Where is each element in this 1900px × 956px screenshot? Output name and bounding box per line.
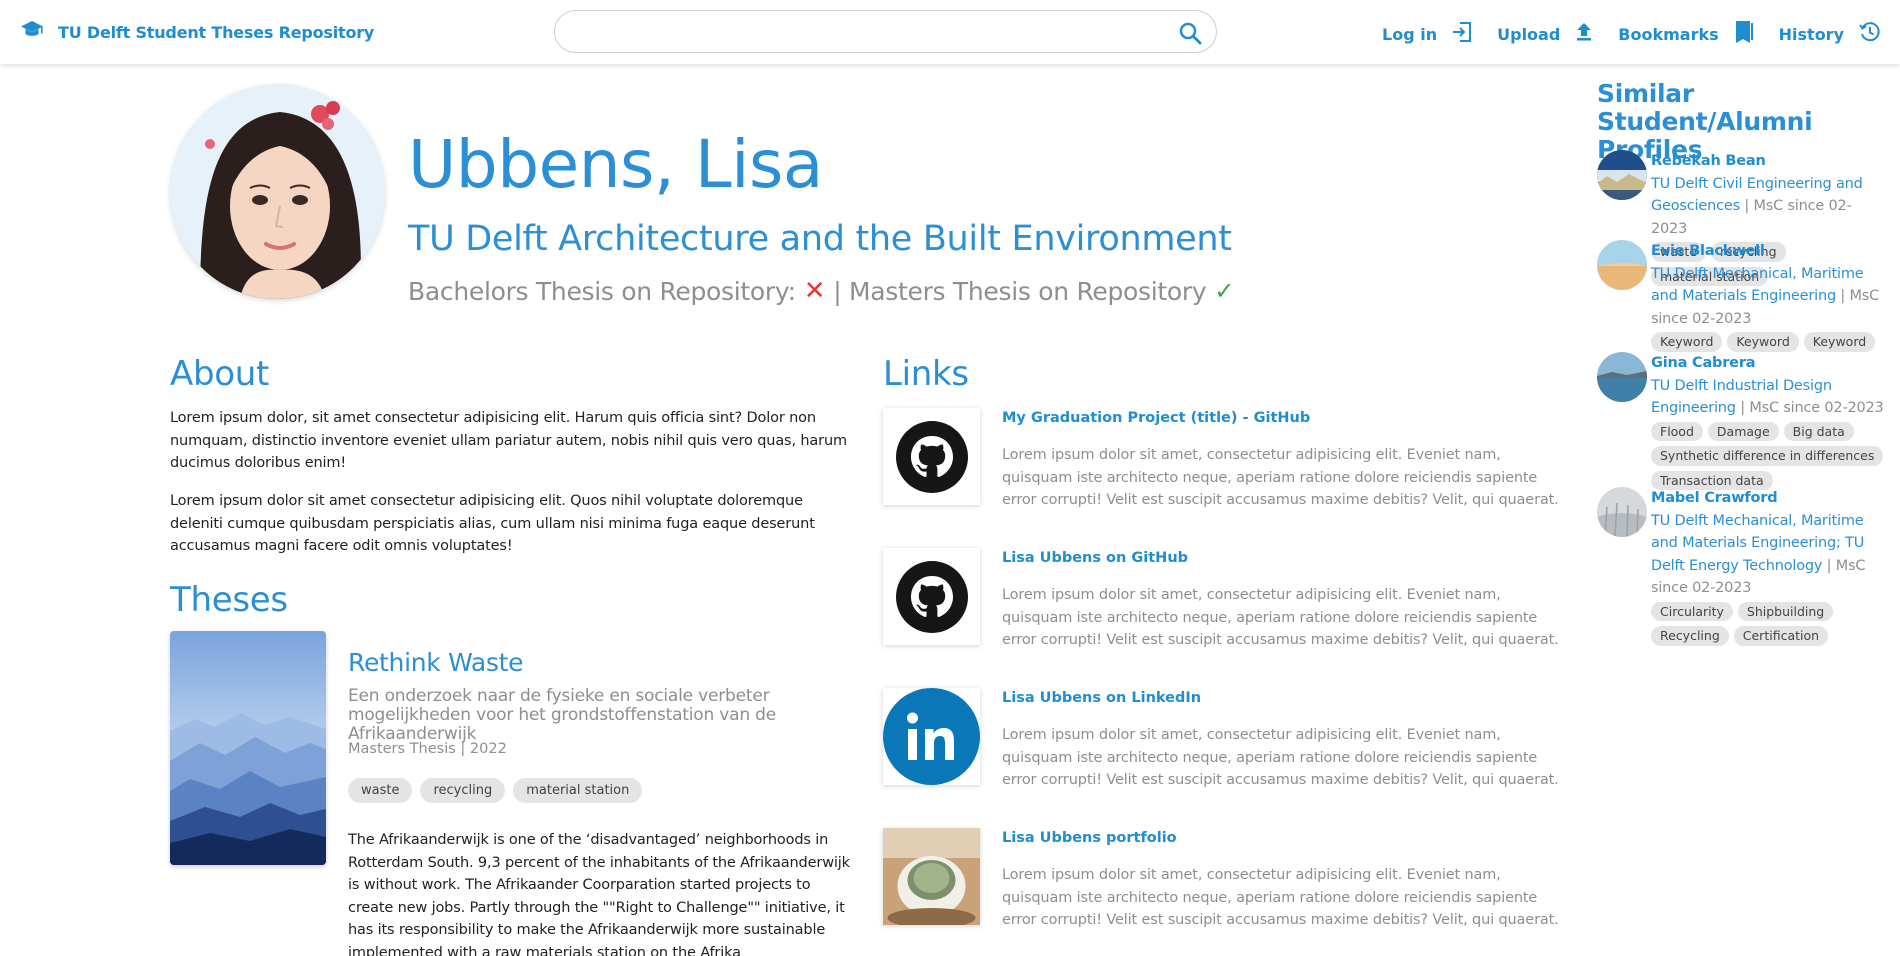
graduation-cap-icon xyxy=(20,20,44,44)
about-paragraph-2: Lorem ipsum dolor sit amet consectetur a… xyxy=(170,493,815,554)
link-description: Lorem ipsum dolor sit amet, consectetur … xyxy=(1002,867,1559,928)
bookmarks-label: Bookmarks xyxy=(1618,24,1719,44)
theses-heading: Theses xyxy=(170,580,288,620)
link-title[interactable]: Lisa Ubbens on GitHub xyxy=(1002,550,1188,566)
profile-name-link[interactable]: Evie Blackwell xyxy=(1651,240,1887,263)
link-title[interactable]: Lisa Ubbens on LinkedIn xyxy=(1002,690,1201,706)
profile-tag[interactable]: Big data xyxy=(1783,421,1854,441)
top-nav-links: Log in Upload Bookmarks History xyxy=(1358,20,1882,48)
portfolio-image[interactable] xyxy=(883,828,980,925)
profile-tags: Flood Damage Big data Synthetic differen… xyxy=(1651,421,1887,490)
login-label: Log in xyxy=(1382,24,1438,44)
profile-tags: Keyword Keyword Keyword xyxy=(1651,332,1887,352)
profile-tag[interactable]: Synthetic difference in differences xyxy=(1651,446,1884,466)
profile-name: Ubbens, Lisa xyxy=(408,126,823,203)
about-heading: About xyxy=(170,354,270,394)
login-link[interactable]: Log in xyxy=(1382,21,1473,47)
search-input[interactable] xyxy=(575,19,1155,45)
linkedin-icon[interactable] xyxy=(883,688,980,785)
profile-tag[interactable]: Keyword xyxy=(1803,332,1876,352)
thesis-meta: Masters Thesis | 2022 xyxy=(348,741,507,757)
links-heading: Links xyxy=(883,354,969,394)
profile-name-link[interactable]: Rebekah Bean xyxy=(1651,150,1887,173)
thesis-title[interactable]: Rethink Waste xyxy=(348,648,524,677)
thesis-subtitle: Een onderzoek naar de fysieke en sociale… xyxy=(348,686,776,744)
link-item: Lisa Ubbens on LinkedIn Lorem ipsum dolo… xyxy=(883,688,1559,808)
login-icon xyxy=(1451,21,1473,47)
search-bar xyxy=(554,10,1217,53)
top-navbar: TU Delft Student Theses Repository Log i… xyxy=(0,0,1900,64)
profile-tag[interactable]: Certification xyxy=(1733,626,1829,646)
bookmarks-link[interactable]: Bookmarks xyxy=(1618,20,1754,48)
masters-status-label: | Masters Thesis on Repository xyxy=(833,276,1207,306)
link-title[interactable]: My Graduation Project (title) - GitHub xyxy=(1002,410,1310,426)
profile-avatar[interactable] xyxy=(1597,150,1647,200)
link-item: Lisa Ubbens on GitHub Lorem ipsum dolor … xyxy=(883,548,1559,668)
profile-tag[interactable]: Keyword xyxy=(1727,332,1799,352)
thesis-tag[interactable]: recycling xyxy=(420,778,506,803)
profile-tag[interactable]: Flood xyxy=(1651,421,1703,441)
upload-icon xyxy=(1574,21,1594,47)
profile-tag[interactable]: Shipbuilding xyxy=(1737,601,1834,621)
upload-link[interactable]: Upload xyxy=(1497,21,1594,47)
brand-link[interactable]: TU Delft Student Theses Repository xyxy=(20,20,374,44)
thesis-tags: waste recycling material station xyxy=(348,778,643,803)
thesis-tag[interactable]: waste xyxy=(348,778,413,803)
link-description: Lorem ipsum dolor sit amet, consectetur … xyxy=(1002,587,1559,648)
github-icon[interactable] xyxy=(883,548,980,645)
history-label: History xyxy=(1778,24,1844,44)
history-icon xyxy=(1858,20,1882,48)
profile-faculty[interactable]: TU Delft Mechanical, Maritime and Materi… xyxy=(1651,266,1864,305)
history-link[interactable]: History xyxy=(1779,20,1882,48)
profile-avatar xyxy=(170,84,385,299)
profile-avatar[interactable] xyxy=(1597,487,1647,537)
link-description: Lorem ipsum dolor sit amet, consectetur … xyxy=(1002,727,1559,788)
thesis-abstract: The Afrikaanderwijk is one of the ‘disad… xyxy=(348,832,850,956)
cross-icon: ✕ xyxy=(803,276,826,306)
profile-status: | MsC since 02-2023 xyxy=(1735,400,1884,416)
profile-tag[interactable]: Recycling xyxy=(1651,626,1729,646)
link-item: My Graduation Project (title) - GitHub L… xyxy=(883,408,1559,528)
link-title[interactable]: Lisa Ubbens portfolio xyxy=(1002,830,1177,846)
profile-avatar[interactable] xyxy=(1597,352,1647,402)
checkmark-icon: ✓ xyxy=(1214,277,1235,305)
profile-avatar[interactable] xyxy=(1597,240,1647,290)
about-paragraph-1: Lorem ipsum dolor, sit amet consectetur … xyxy=(170,410,847,471)
thesis-tag[interactable]: material station xyxy=(513,778,643,803)
upload-label: Upload xyxy=(1497,24,1561,44)
profile-faculty[interactable]: TU Delft Architecture and the Built Envi… xyxy=(408,219,1232,259)
profile-tag[interactable]: Damage xyxy=(1707,421,1779,441)
thesis-repository-status: Bachelors Thesis on Repository: ✕ | Mast… xyxy=(408,276,1235,306)
search-icon[interactable] xyxy=(1176,19,1204,47)
brand-title: TU Delft Student Theses Repository xyxy=(58,22,375,42)
profile-name-link[interactable]: Mabel Crawford xyxy=(1651,487,1887,510)
profile-tag[interactable]: Circularity xyxy=(1651,601,1733,621)
profile-tags: Circularity Shipbuilding Recycling Certi… xyxy=(1651,601,1887,646)
profile-name-link[interactable]: Gina Cabrera xyxy=(1651,352,1887,375)
github-icon[interactable] xyxy=(883,408,980,505)
link-item: Lisa Ubbens portfolio Lorem ipsum dolor … xyxy=(883,828,1559,948)
bachelors-status-label: Bachelors Thesis on Repository: xyxy=(408,276,796,306)
thesis-cover-image[interactable] xyxy=(170,631,326,865)
bookmarks-icon xyxy=(1733,20,1755,48)
profile-tag[interactable]: Keyword xyxy=(1651,332,1723,352)
link-description: Lorem ipsum dolor sit amet, consectetur … xyxy=(1002,447,1559,508)
